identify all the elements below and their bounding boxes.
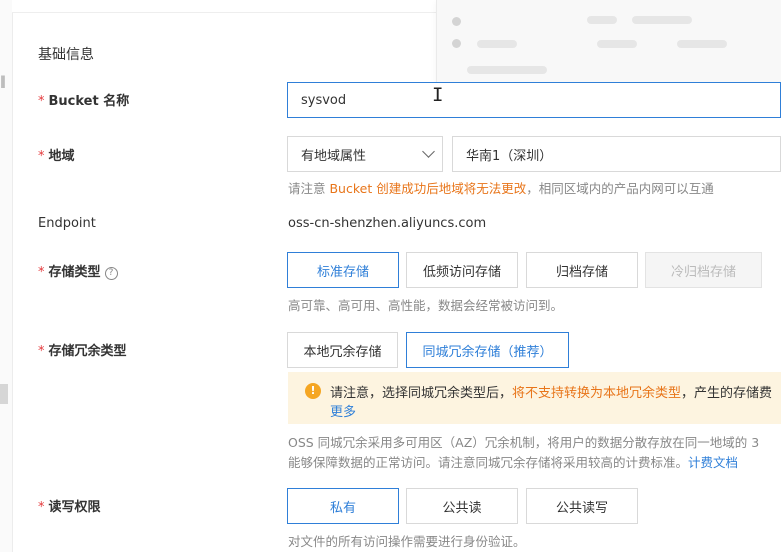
region-label: * 地域	[38, 145, 75, 164]
alert-message: 请注意，选择同城冗余类型后，将不支持转换为本地冗余类型，产生的存储费	[330, 382, 772, 401]
chevron-down-icon	[422, 145, 435, 158]
storage-class-label: * 存储类型?	[38, 261, 118, 280]
billing-doc-link[interactable]: 计费文档	[688, 455, 738, 470]
required-mark: *	[38, 149, 45, 164]
bucket-name-label-text: Bucket 名称	[48, 94, 130, 109]
region-hint-prefix: 请注意	[288, 181, 330, 196]
alert-prefix: 请注意，选择同城冗余类型后，	[330, 386, 513, 401]
storage-class-hint: 高可靠、高可用、高性能，数据会经常被访问到。	[288, 298, 564, 313]
region-value: 华南1（深圳）	[466, 148, 553, 164]
alert-suffix: ，产生的存储费	[681, 386, 773, 401]
bucket-name-label: * Bucket 名称	[38, 90, 129, 109]
acl-label: * 读写权限	[38, 496, 101, 515]
popover-blurred-text	[467, 66, 547, 74]
popover-blurred-text	[677, 40, 727, 48]
region-select[interactable]: 华南1（深圳）	[452, 136, 781, 172]
region-attribute-value: 有地域属性	[301, 148, 367, 164]
redundancy-lrs[interactable]: 本地冗余存储	[287, 332, 398, 368]
required-mark: *	[38, 94, 45, 109]
overlay-popover	[436, 0, 781, 83]
popover-blurred-text	[587, 16, 617, 24]
acl-label-text: 读写权限	[48, 500, 101, 515]
region-label-text: 地域	[48, 149, 75, 164]
redundancy-desc-line1: OSS 同城冗余采用多可用区（AZ）冗余机制，将用户的数据分散存放在同一地域的 …	[288, 435, 760, 450]
acl-public-read[interactable]: 公共读	[406, 488, 518, 524]
redundancy-alert: ! 请注意，选择同城冗余类型后，将不支持转换为本地冗余类型，产生的存储费 更多	[288, 372, 781, 424]
acl-hint: 对文件的所有访问操作需要进行身份验证。	[288, 534, 526, 549]
alert-warning: 将不支持转换为本地冗余类型	[512, 386, 682, 401]
question-circle-icon[interactable]: ?	[104, 267, 118, 280]
storage-class-archive[interactable]: 归档存储	[526, 252, 638, 288]
warning-circle-icon: !	[305, 383, 321, 399]
popover-blurred-text	[477, 40, 517, 48]
region-hint: 请注意 Bucket 创建成功后地域将无法更改，相同区域内的产品内网可以互通	[288, 178, 714, 197]
left-panel-edge: ‖	[0, 0, 13, 552]
storage-class-standard[interactable]: 标准存储	[287, 252, 399, 288]
popover-dot	[452, 17, 461, 26]
required-mark: *	[38, 500, 45, 515]
section-title: 基础信息	[38, 47, 94, 63]
storage-class-label-text: 存储类型	[48, 265, 101, 280]
redundancy-zrs[interactable]: 同城冗余存储（推荐）	[406, 332, 569, 368]
region-hint-warning: Bucket 创建成功后地域将无法更改	[329, 181, 527, 196]
region-attribute-select[interactable]: 有地域属性	[287, 136, 443, 172]
alert-more-link[interactable]: 更多	[330, 401, 356, 420]
storage-class-ia[interactable]: 低频访问存储	[406, 252, 518, 288]
popover-blurred-text	[632, 16, 692, 24]
redundancy-label-text: 存储冗余类型	[48, 344, 127, 359]
redundancy-label: * 存储冗余类型	[38, 340, 127, 359]
acl-public-read-write[interactable]: 公共读写	[526, 488, 638, 524]
popover-blurred-text	[597, 40, 637, 48]
redundancy-desc-text: 能够保障数据的正常访问。请注意同城冗余存储将采用较高的计费标准。	[288, 455, 689, 470]
redundancy-desc-line2: 能够保障数据的正常访问。请注意同城冗余存储将采用较高的计费标准。计费文档	[288, 452, 738, 471]
required-mark: *	[38, 265, 45, 280]
required-mark: *	[38, 344, 45, 359]
left-scroll-handle[interactable]	[0, 384, 8, 404]
region-hint-suffix: ，相同区域内的产品内网可以互通	[526, 181, 714, 196]
bucket-name-value: sysvod	[301, 92, 347, 108]
bucket-name-input[interactable]: sysvod	[287, 82, 781, 118]
text-cursor-icon: I	[432, 84, 444, 106]
storage-class-cold-archive: 冷归档存储	[645, 252, 762, 288]
endpoint-label: Endpoint	[38, 216, 96, 231]
left-panel-fragment: ‖	[0, 74, 6, 88]
popover-dot	[452, 39, 461, 48]
endpoint-value: oss-cn-shenzhen.aliyuncs.com	[288, 216, 487, 231]
acl-private[interactable]: 私有	[287, 488, 399, 524]
